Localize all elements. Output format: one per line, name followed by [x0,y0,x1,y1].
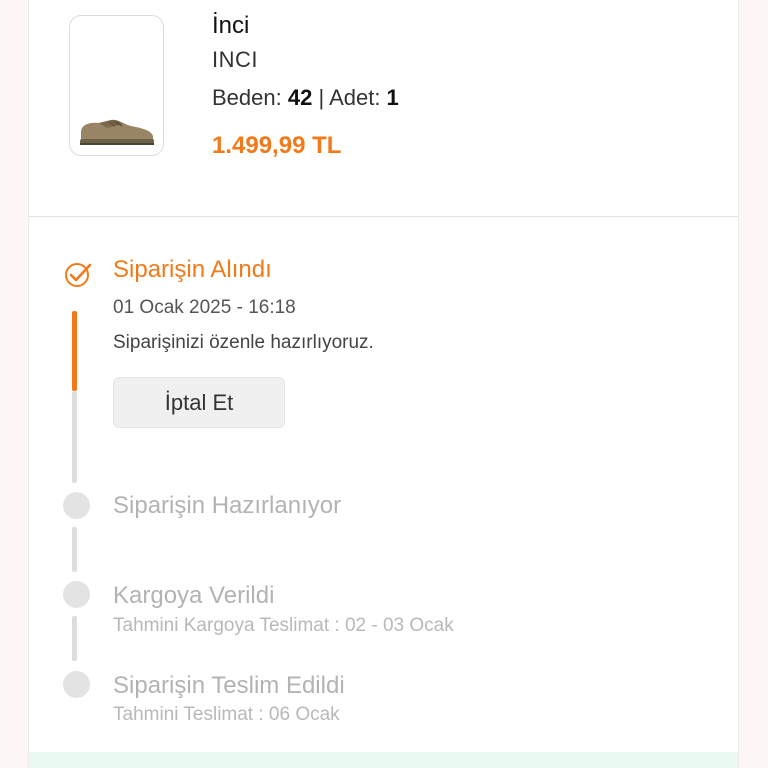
step-preparing-title: Siparişin Hazırlanıyor [113,492,342,519]
step-delivered-dot [63,671,90,698]
check-circle-icon [65,263,92,287]
product-image[interactable] [69,15,164,156]
cancel-order-button[interactable]: İptal Et [113,377,285,428]
product-brand: İnci [212,12,250,39]
product-meta: Beden: 42 | Adet: 1 [212,85,399,111]
timeline-line [72,391,77,483]
quantity-label: Adet: [329,85,387,110]
step-delivered-estimate: Tahmini Teslimat : 06 Ocak [113,704,340,725]
step-shipped-dot [63,581,90,608]
step-order-received-date: 01 Ocak 2025 - 16:18 [113,297,296,318]
size-label: Beden: [212,85,288,110]
shoe-icon [80,119,154,145]
timeline-progress-line [72,311,77,391]
timeline-line [72,527,77,572]
quantity-value: 1 [386,85,399,110]
size-value: 42 [287,85,313,110]
timeline-line [72,616,77,661]
order-detail-card: İnci INCI Beden: 42 | Adet: 1 1.499,99 T… [28,0,739,768]
step-shipped-title: Kargoya Verildi [113,582,275,609]
order-timeline: Siparişin Alındı 01 Ocak 2025 - 16:18 Si… [29,217,738,757]
product-price: 1.499,99 TL [212,132,342,159]
step-delivered-title: Siparişin Teslim Edildi [113,672,345,699]
step-preparing-dot [63,492,90,519]
bottom-info-strip [29,752,738,768]
step-order-received-title: Siparişin Alındı [113,256,272,283]
step-order-received-description: Siparişinizi özenle hazırlıyoruz. [113,332,374,353]
meta-separator: | [312,85,330,110]
product-name: INCI [212,47,258,72]
step-shipped-estimate: Tahmini Kargoya Teslimat : 02 - 03 Ocak [113,615,454,636]
product-section[interactable]: İnci INCI Beden: 42 | Adet: 1 1.499,99 T… [29,0,738,217]
